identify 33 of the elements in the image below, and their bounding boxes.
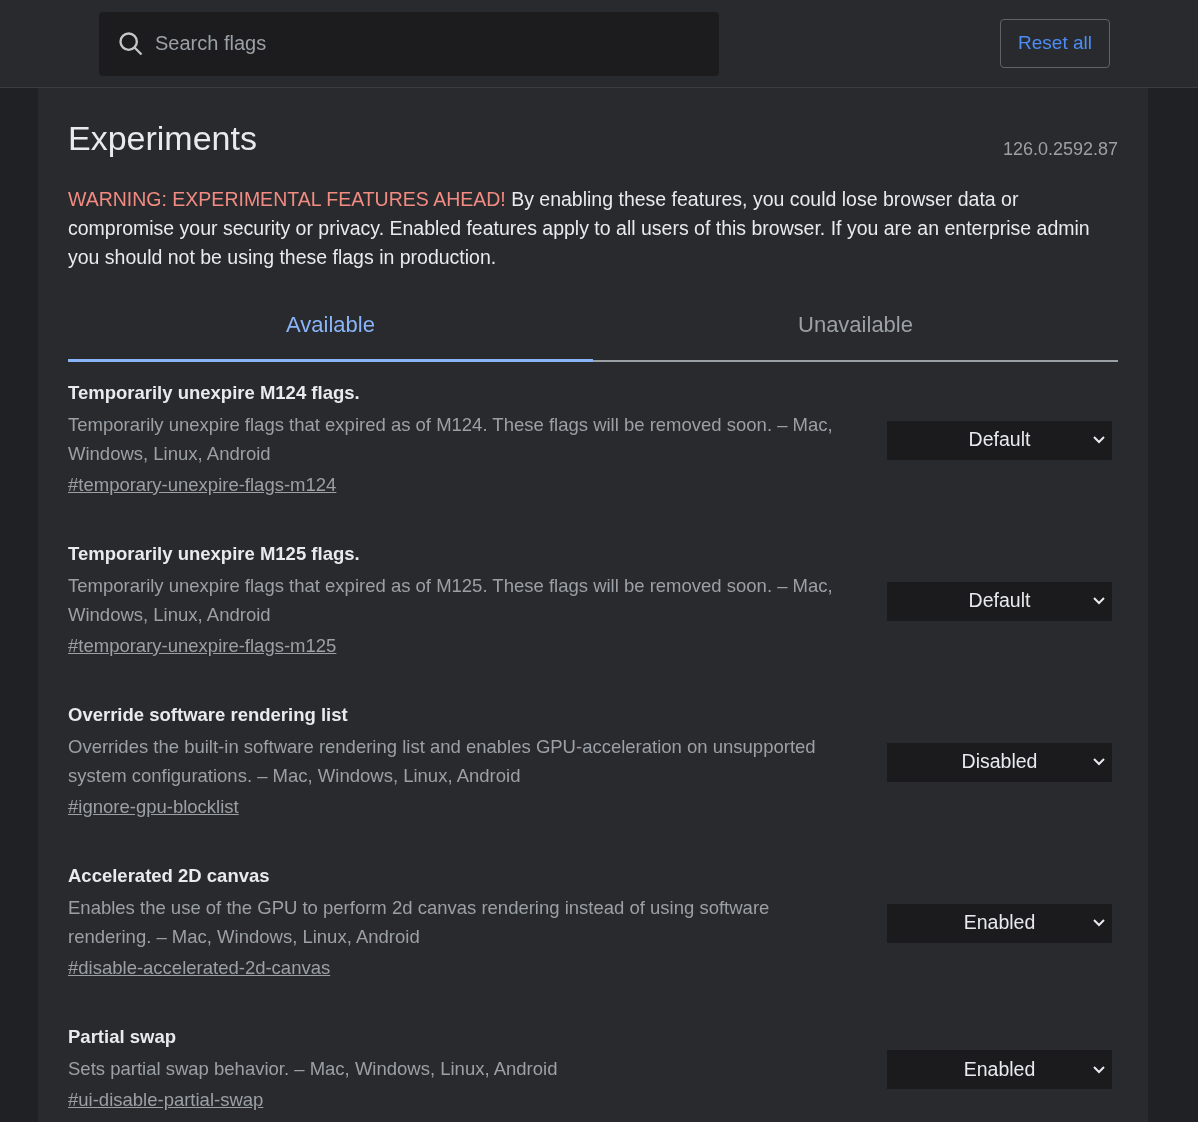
flag-title: Override software rendering list	[68, 703, 349, 727]
flag-dropdown[interactable]: Default	[887, 581, 1112, 621]
tab[interactable]: Unavailable	[593, 308, 1118, 362]
flag-link[interactable]: #temporary-unexpire-flags-m125	[68, 631, 337, 661]
flag-title: Temporarily unexpire M124 flags.	[68, 381, 361, 405]
chevron-down-icon	[1092, 435, 1106, 445]
flag-title: Temporarily unexpire M125 flags.	[68, 542, 361, 566]
flag-title: Accelerated 2D canvas	[68, 864, 271, 888]
flag-link[interactable]: #temporary-unexpire-flags-m124	[68, 470, 337, 500]
flag-dropdown[interactable]: Enabled	[887, 903, 1112, 943]
search-icon	[117, 29, 145, 58]
flag-description: Temporarily unexpire flags that expired as of M124. These flags will be removed soon. – Mac, Windows, Linux, Android	[68, 413, 834, 466]
flag-link[interactable]: #ui-disable-partial-swap	[68, 1085, 264, 1115]
flag-description: Temporarily unexpire flags that expired as of M125. These flags will be removed soon. – Mac, Windows, Linux, Android	[68, 574, 834, 627]
flag-link[interactable]: #disable-accelerated-2d-canvas	[68, 953, 331, 983]
tab[interactable]: Available	[68, 308, 593, 362]
flag-description: Sets partial swap behavior. – Mac, Windows, Linux, Android	[68, 1057, 559, 1081]
reset-all-button[interactable]: Reset all	[1000, 19, 1110, 68]
flag-description: Overrides the built-in software rendering list and enables GPU-acceleration on unsupported system configurations. – Mac, Windows, Linux, Android	[68, 735, 817, 788]
flag-title: Partial swap	[68, 1025, 177, 1049]
version-label: 126.0.2592.87	[1002, 138, 1118, 161]
flag-dropdown[interactable]: Disabled	[887, 742, 1112, 782]
search-field[interactable]: Search flags	[99, 11, 719, 76]
flag-link[interactable]: #ignore-gpu-blocklist	[68, 792, 239, 822]
page-title: Experiments	[68, 118, 257, 158]
chevron-down-icon	[1092, 596, 1106, 606]
warning-text: WARNING: EXPERIMENTAL FEATURES AHEAD! By enabling these features, you could lose browser data or compromise your security or privacy. Enabled features apply to all users of this browser. If you are an enterprise admin you should not be using these flags in production.	[68, 187, 1091, 270]
flag-dropdown[interactable]: Default	[887, 420, 1112, 460]
flag-dropdown[interactable]: Enabled	[887, 1050, 1112, 1089]
chevron-down-icon	[1092, 757, 1106, 767]
chevron-down-icon	[1092, 1064, 1106, 1075]
flag-description: Enables the use of the GPU to perform 2d canvas rendering instead of using software rendering. – Mac, Windows, Linux, Android	[68, 896, 771, 949]
chevron-down-icon	[1092, 918, 1106, 928]
